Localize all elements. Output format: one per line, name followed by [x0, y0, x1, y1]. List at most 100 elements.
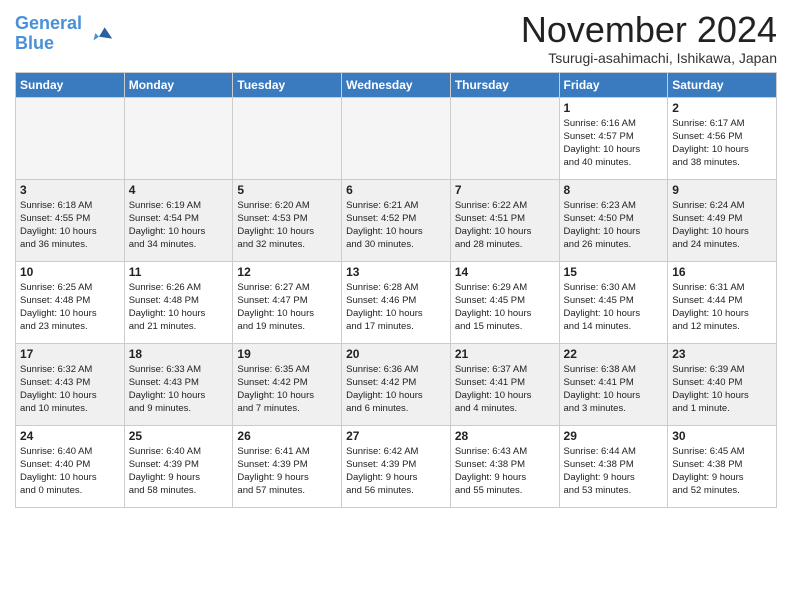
day-info: Sunrise: 6:36 AM Sunset: 4:42 PM Dayligh…	[346, 363, 446, 416]
day-info: Sunrise: 6:21 AM Sunset: 4:52 PM Dayligh…	[346, 199, 446, 252]
logo-icon	[86, 20, 114, 48]
day-cell: 12Sunrise: 6:27 AM Sunset: 4:47 PM Dayli…	[233, 261, 342, 343]
logo-text-block: General Blue	[15, 14, 82, 54]
day-number: 1	[564, 101, 664, 115]
day-number: 13	[346, 265, 446, 279]
day-info: Sunrise: 6:43 AM Sunset: 4:38 PM Dayligh…	[455, 445, 555, 498]
day-info: Sunrise: 6:40 AM Sunset: 4:40 PM Dayligh…	[20, 445, 120, 498]
day-cell: 28 Sunrise: 6:43 AM Sunset: 4:38 PM Dayli…	[450, 425, 559, 507]
day-number: 5	[237, 183, 337, 197]
day-number: 24	[20, 429, 120, 443]
day-cell: 11Sunrise: 6:26 AM Sunset: 4:48 PM Dayli…	[124, 261, 233, 343]
day-cell: 17Sunrise: 6:32 AM Sunset: 4:43 PM Dayli…	[16, 343, 125, 425]
day-cell: 25 Sunrise: 6:40 AM Sunset: 4:39 PM Dayli…	[124, 425, 233, 507]
week-row-2: 3Sunrise: 6:18 AM Sunset: 4:55 PM Daylig…	[16, 179, 777, 261]
day-cell: 9 Sunrise: 6:24 AM Sunset: 4:49 PM Daylig…	[668, 179, 777, 261]
day-info: Sunrise: 6:18 AM Sunset: 4:55 PM Dayligh…	[20, 199, 120, 252]
day-cell	[342, 97, 451, 179]
day-cell: 22 Sunrise: 6:38 AM Sunset: 4:41 PM Dayli…	[559, 343, 668, 425]
day-number: 6	[346, 183, 446, 197]
day-info: Sunrise: 6:22 AM Sunset: 4:51 PM Dayligh…	[455, 199, 555, 252]
header-tuesday: Tuesday	[233, 72, 342, 97]
week-row-1: 1Sunrise: 6:16 AM Sunset: 4:57 PM Daylig…	[16, 97, 777, 179]
day-info: Sunrise: 6:38 AM Sunset: 4:41 PM Dayligh…	[564, 363, 664, 416]
day-info: Sunrise: 6:45 AM Sunset: 4:38 PM Dayligh…	[672, 445, 772, 498]
day-info: Sunrise: 6:37 AM Sunset: 4:41 PM Dayligh…	[455, 363, 555, 416]
header-friday: Friday	[559, 72, 668, 97]
header-wednesday: Wednesday	[342, 72, 451, 97]
day-number: 16	[672, 265, 772, 279]
day-number: 14	[455, 265, 555, 279]
day-info: Sunrise: 6:24 AM Sunset: 4:49 PM Dayligh…	[672, 199, 772, 252]
day-cell: 20 Sunrise: 6:36 AM Sunset: 4:42 PM Dayli…	[342, 343, 451, 425]
day-number: 15	[564, 265, 664, 279]
day-info: Sunrise: 6:41 AM Sunset: 4:39 PM Dayligh…	[237, 445, 337, 498]
day-cell: 1Sunrise: 6:16 AM Sunset: 4:57 PM Daylig…	[559, 97, 668, 179]
day-cell: 10Sunrise: 6:25 AM Sunset: 4:48 PM Dayli…	[16, 261, 125, 343]
day-info: Sunrise: 6:40 AM Sunset: 4:39 PM Dayligh…	[129, 445, 229, 498]
day-info: Sunrise: 6:30 AM Sunset: 4:45 PM Dayligh…	[564, 281, 664, 334]
day-info: Sunrise: 6:20 AM Sunset: 4:53 PM Dayligh…	[237, 199, 337, 252]
day-cell	[16, 97, 125, 179]
location: Tsurugi-asahimachi, Ishikawa, Japan	[521, 50, 777, 66]
day-number: 23	[672, 347, 772, 361]
title-area: November 2024 Tsurugi-asahimachi, Ishika…	[521, 10, 777, 66]
day-cell: 5 Sunrise: 6:20 AM Sunset: 4:53 PM Daylig…	[233, 179, 342, 261]
header-monday: Monday	[124, 72, 233, 97]
header-sunday: Sunday	[16, 72, 125, 97]
day-number: 19	[237, 347, 337, 361]
day-cell: 18Sunrise: 6:33 AM Sunset: 4:43 PM Dayli…	[124, 343, 233, 425]
day-number: 25	[129, 429, 229, 443]
day-number: 29	[564, 429, 664, 443]
page: General Blue November 2024 Tsurugi-asahi…	[0, 0, 792, 612]
day-info: Sunrise: 6:28 AM Sunset: 4:46 PM Dayligh…	[346, 281, 446, 334]
day-cell: 2Sunrise: 6:17 AM Sunset: 4:56 PM Daylig…	[668, 97, 777, 179]
day-number: 30	[672, 429, 772, 443]
day-number: 17	[20, 347, 120, 361]
day-cell: 14Sunrise: 6:29 AM Sunset: 4:45 PM Dayli…	[450, 261, 559, 343]
day-info: Sunrise: 6:35 AM Sunset: 4:42 PM Dayligh…	[237, 363, 337, 416]
month-title: November 2024	[521, 10, 777, 50]
logo-text: General	[15, 14, 82, 34]
day-info: Sunrise: 6:39 AM Sunset: 4:40 PM Dayligh…	[672, 363, 772, 416]
day-number: 8	[564, 183, 664, 197]
day-number: 4	[129, 183, 229, 197]
day-cell: 30 Sunrise: 6:45 AM Sunset: 4:38 PM Dayli…	[668, 425, 777, 507]
day-info: Sunrise: 6:23 AM Sunset: 4:50 PM Dayligh…	[564, 199, 664, 252]
day-number: 2	[672, 101, 772, 115]
day-number: 22	[564, 347, 664, 361]
logo-blue: Blue	[15, 34, 82, 54]
day-cell: 7Sunrise: 6:22 AM Sunset: 4:51 PM Daylig…	[450, 179, 559, 261]
day-number: 28	[455, 429, 555, 443]
week-row-3: 10Sunrise: 6:25 AM Sunset: 4:48 PM Dayli…	[16, 261, 777, 343]
day-number: 20	[346, 347, 446, 361]
logo-general: General	[15, 13, 82, 33]
day-info: Sunrise: 6:42 AM Sunset: 4:39 PM Dayligh…	[346, 445, 446, 498]
day-cell	[450, 97, 559, 179]
day-info: Sunrise: 6:19 AM Sunset: 4:54 PM Dayligh…	[129, 199, 229, 252]
day-cell: 23 Sunrise: 6:39 AM Sunset: 4:40 PM Dayli…	[668, 343, 777, 425]
day-cell: 19 Sunrise: 6:35 AM Sunset: 4:42 PM Dayli…	[233, 343, 342, 425]
header-thursday: Thursday	[450, 72, 559, 97]
header: General Blue November 2024 Tsurugi-asahi…	[15, 10, 777, 66]
header-saturday: Saturday	[668, 72, 777, 97]
week-row-4: 17Sunrise: 6:32 AM Sunset: 4:43 PM Dayli…	[16, 343, 777, 425]
day-number: 21	[455, 347, 555, 361]
day-cell: 26 Sunrise: 6:41 AM Sunset: 4:39 PM Dayli…	[233, 425, 342, 507]
day-cell: 15 Sunrise: 6:30 AM Sunset: 4:45 PM Dayli…	[559, 261, 668, 343]
day-number: 9	[672, 183, 772, 197]
day-cell: 24 Sunrise: 6:40 AM Sunset: 4:40 PM Dayli…	[16, 425, 125, 507]
logo: General Blue	[15, 14, 114, 54]
day-info: Sunrise: 6:27 AM Sunset: 4:47 PM Dayligh…	[237, 281, 337, 334]
day-info: Sunrise: 6:26 AM Sunset: 4:48 PM Dayligh…	[129, 281, 229, 334]
day-cell: 27Sunrise: 6:42 AM Sunset: 4:39 PM Dayli…	[342, 425, 451, 507]
calendar-table: Sunday Monday Tuesday Wednesday Thursday…	[15, 72, 777, 508]
day-cell	[124, 97, 233, 179]
day-cell: 8 Sunrise: 6:23 AM Sunset: 4:50 PM Daylig…	[559, 179, 668, 261]
day-info: Sunrise: 6:25 AM Sunset: 4:48 PM Dayligh…	[20, 281, 120, 334]
day-number: 26	[237, 429, 337, 443]
day-cell: 13 Sunrise: 6:28 AM Sunset: 4:46 PM Dayli…	[342, 261, 451, 343]
day-cell: 21 Sunrise: 6:37 AM Sunset: 4:41 PM Dayli…	[450, 343, 559, 425]
day-info: Sunrise: 6:31 AM Sunset: 4:44 PM Dayligh…	[672, 281, 772, 334]
day-cell: 16 Sunrise: 6:31 AM Sunset: 4:44 PM Dayli…	[668, 261, 777, 343]
